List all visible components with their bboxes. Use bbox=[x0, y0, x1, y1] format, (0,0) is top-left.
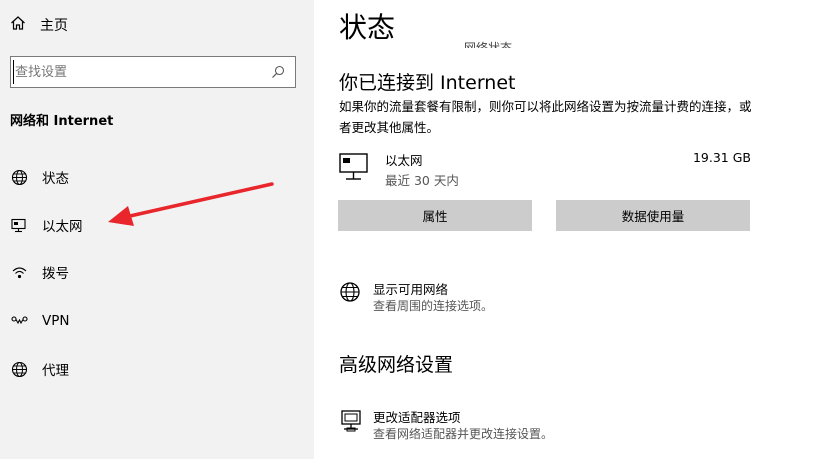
search-input[interactable] bbox=[13, 60, 267, 84]
ethernet-usage: 19.31 GB bbox=[692, 150, 751, 165]
ethernet-period: 最近 30 天内 bbox=[385, 173, 459, 188]
main-content: 状态 网络状态 你已连接到 Internet 如果你的流量套餐有限制，则你可以将… bbox=[314, 0, 826, 459]
clipped-status-text: 网络状态 bbox=[464, 41, 513, 48]
globe-icon bbox=[339, 281, 363, 305]
sidebar-item-label: VPN bbox=[42, 313, 70, 329]
change-adapter-options-link[interactable]: 更改适配器选项 查看网络适配器并更改连接设置。 bbox=[339, 407, 759, 447]
home-icon bbox=[10, 15, 26, 35]
adapter-icon bbox=[339, 409, 363, 433]
search-icon[interactable] bbox=[267, 61, 289, 83]
properties-button[interactable]: 属性 bbox=[338, 200, 532, 231]
vpn-icon bbox=[10, 312, 28, 330]
settings-sidebar: 主页 网络和 Internet 状态 以太网 拨号 VPN bbox=[0, 0, 314, 459]
sidebar-item-label: 代理 bbox=[42, 363, 69, 379]
data-usage-button[interactable]: 数据使用量 bbox=[556, 200, 750, 231]
adapter-options-subtitle: 查看网络适配器并更改连接设置。 bbox=[373, 427, 554, 441]
advanced-settings-heading: 高级网络设置 bbox=[339, 354, 454, 376]
proxy-globe-icon bbox=[10, 360, 28, 378]
page-title: 状态 bbox=[339, 11, 396, 44]
section-title: 网络和 Internet bbox=[10, 114, 114, 129]
connected-heading: 你已连接到 Internet bbox=[339, 72, 516, 94]
sidebar-item-label: 状态 bbox=[42, 171, 69, 187]
globe-icon bbox=[10, 168, 28, 186]
sidebar-item-dialup[interactable]: 拨号 bbox=[10, 260, 69, 284]
sidebar-item-vpn[interactable]: VPN bbox=[10, 309, 69, 333]
ethernet-icon bbox=[10, 216, 28, 234]
ethernet-connection-row: 以太网 最近 30 天内 19.31 GB bbox=[339, 148, 751, 188]
search-box[interactable] bbox=[10, 56, 296, 88]
sidebar-item-label: 以太网 bbox=[42, 219, 83, 235]
show-available-networks-link[interactable]: 显示可用网络 查看周围的连接选项。 bbox=[339, 279, 759, 319]
adapter-options-title: 更改适配器选项 bbox=[373, 410, 461, 425]
ethernet-name: 以太网 bbox=[385, 153, 423, 168]
connected-description: 如果你的流量套餐有限制，则你可以将此网络设置为按流量计费的连接，或者更改其他属性… bbox=[339, 99, 752, 135]
sidebar-item-label: 拨号 bbox=[42, 266, 69, 282]
home-nav-item[interactable]: 主页 bbox=[10, 14, 68, 36]
dialup-icon bbox=[10, 263, 28, 281]
ethernet-adapter-icon bbox=[339, 152, 373, 186]
home-label: 主页 bbox=[40, 18, 68, 34]
sidebar-item-ethernet[interactable]: 以太网 bbox=[10, 213, 83, 237]
show-networks-subtitle: 查看周围的连接选项。 bbox=[373, 299, 494, 313]
show-networks-title: 显示可用网络 bbox=[373, 282, 449, 297]
sidebar-item-status[interactable]: 状态 bbox=[10, 165, 69, 189]
sidebar-item-proxy[interactable]: 代理 bbox=[10, 357, 69, 381]
